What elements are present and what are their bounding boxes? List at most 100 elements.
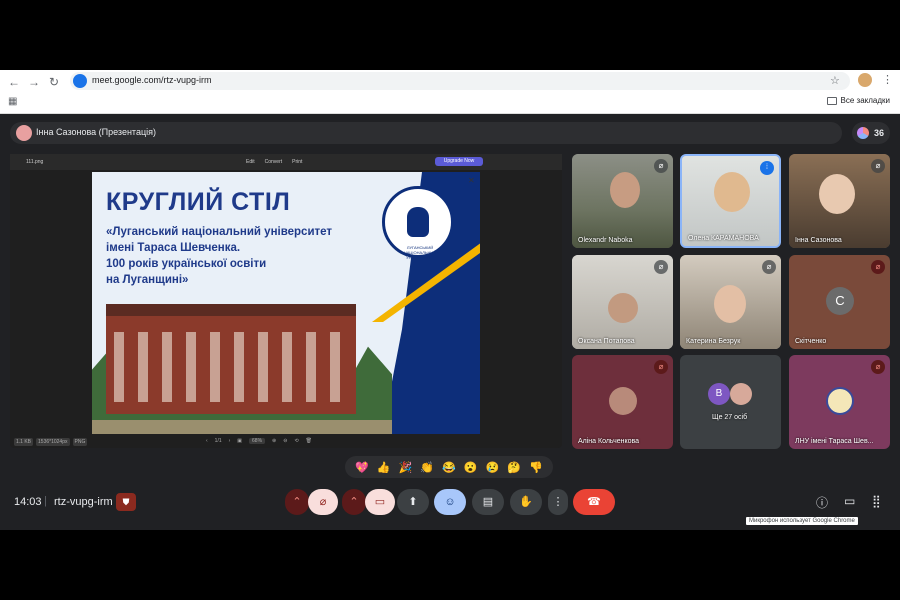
speaking-indicator-icon: ⁞ xyxy=(760,161,774,175)
camera-options-button[interactable]: ⌃ xyxy=(342,489,366,515)
upgrade-button[interactable]: Upgrade Now xyxy=(435,157,483,166)
participants-avatars-icon xyxy=(857,127,869,139)
leave-call-button[interactable]: ☎ xyxy=(573,489,615,515)
image-dimensions: 1536*1024px xyxy=(36,438,70,446)
captions-button[interactable]: ▤ xyxy=(472,489,504,515)
slide-title: КРУГЛИЙ СТІЛ xyxy=(106,188,291,216)
raise-hand-button[interactable]: ✋ xyxy=(510,489,542,515)
host-controls-icon[interactable]: ⛊ xyxy=(116,493,136,511)
reaction-party[interactable]: 🎉 xyxy=(399,461,413,474)
participant-tile[interactable]: ⁞ Олена КАРАМАНОВА xyxy=(680,154,781,248)
reload-icon[interactable]: ↻ xyxy=(46,74,62,90)
viewer-toolbar: 111.png Edit Convert Print Upgrade Now xyxy=(10,154,562,170)
all-bookmarks-button[interactable]: Все закладки xyxy=(826,96,890,105)
chat-icon[interactable]: ▭ xyxy=(844,494,855,508)
browser-toolbar: ← → ↻ meet.google.com/rtz-vupg-irm ☆ ⋮ ▦… xyxy=(0,70,900,114)
reaction-heart[interactable]: 💖 xyxy=(355,461,369,474)
zoom-level[interactable]: 68% xyxy=(249,438,266,444)
back-icon[interactable]: ← xyxy=(6,74,22,90)
bookmark-star-icon[interactable]: ☆ xyxy=(830,74,840,87)
mic-toggle-button[interactable]: ⌀ xyxy=(308,489,338,515)
print-button[interactable]: Print xyxy=(292,159,302,165)
zoom-in-icon[interactable]: ⊕ xyxy=(272,438,276,444)
convert-button[interactable]: Convert xyxy=(265,159,283,165)
participant-face xyxy=(714,172,750,212)
rotate-icon[interactable]: ⟲ xyxy=(294,438,298,444)
more-vert-icon: ⋮ xyxy=(552,496,564,508)
reaction-thinking[interactable]: 🤔 xyxy=(507,461,521,474)
mic-off-icon: ⌀ xyxy=(871,360,885,374)
viewer-tools: Edit Convert Print xyxy=(246,159,302,165)
university-building-photo xyxy=(106,304,356,414)
mic-off-icon: ⌀ xyxy=(871,260,885,274)
slide-subtitle-line: «Луганський національний університет xyxy=(106,226,333,238)
seal-text: ЛУГАНСЬКИЙ НАЦІОНАЛЬНИЙ УНІВЕРСИТЕТ xyxy=(403,245,437,260)
reaction-surprised[interactable]: 😮 xyxy=(464,461,478,474)
reaction-laugh[interactable]: 😂 xyxy=(442,461,456,474)
folder-icon xyxy=(826,96,837,105)
reactions-button[interactable]: ☺ xyxy=(434,489,466,515)
building-roof xyxy=(106,304,356,316)
forward-icon[interactable]: → xyxy=(26,74,42,90)
building-windows xyxy=(114,332,348,402)
page-indicator: 1/1 xyxy=(214,438,222,444)
next-page-icon[interactable]: › xyxy=(229,438,231,444)
participants-button[interactable]: 36 xyxy=(852,122,890,144)
close-icon[interactable]: ✕ xyxy=(468,176,475,185)
activities-grid-icon[interactable]: ⣿ xyxy=(872,494,881,508)
participant-photo-avatar xyxy=(609,387,637,415)
zoom-out-icon[interactable]: ⊖ xyxy=(283,438,287,444)
university-logo-avatar xyxy=(826,387,854,415)
mic-off-icon: ⌀ xyxy=(319,496,327,508)
mic-off-icon: ⌀ xyxy=(654,159,668,173)
meeting-code: rtz-vupg-irm xyxy=(54,496,113,508)
reaction-sad[interactable]: 😢 xyxy=(486,461,500,474)
reactions-bar: 💖 👍 🎉 👏 😂 😮 😢 🤔 👎 xyxy=(345,456,553,478)
slide-subtitle-line: імені Тараса Шевченка. xyxy=(106,242,241,254)
fit-icon[interactable]: ▣ xyxy=(237,438,242,444)
mic-off-icon: ⌀ xyxy=(762,260,776,274)
mic-options-button[interactable]: ⌃ xyxy=(285,489,309,515)
chevron-up-icon: ⌃ xyxy=(349,496,359,508)
owl-icon xyxy=(407,207,429,237)
present-screen-button[interactable]: ⬆ xyxy=(397,489,429,515)
info-icon[interactable]: ⓘ xyxy=(816,494,828,511)
camera-toggle-button[interactable]: ▭ xyxy=(365,489,395,515)
site-info-icon[interactable] xyxy=(73,74,87,88)
profile-avatar[interactable] xyxy=(858,73,872,87)
delete-icon[interactable]: 🗑 xyxy=(306,438,312,444)
participant-face xyxy=(819,174,855,214)
apps-grid-icon[interactable]: ▦ xyxy=(8,96,17,107)
more-options-button[interactable]: ⋮ xyxy=(548,489,568,515)
prev-page-icon[interactable]: ‹ xyxy=(206,438,208,444)
participant-tile[interactable]: ⌀ ЛНУ імені Тараса Шев... xyxy=(789,355,890,449)
participant-face xyxy=(714,285,746,323)
participant-tile[interactable]: ⌀ Оксана Потапова xyxy=(572,255,673,349)
participant-tile[interactable]: ⌀ Olexandr Naboka xyxy=(572,154,673,248)
presenter-avatar xyxy=(16,125,32,141)
participant-name: Оксана Потапова xyxy=(578,338,635,345)
participant-tile[interactable]: ⌀ Катерина Безрук xyxy=(680,255,781,349)
clock: 14:03 xyxy=(14,496,42,508)
more-participants-label: Ще 27 осіб xyxy=(712,414,748,421)
participant-photo-avatar xyxy=(730,383,752,405)
edit-button[interactable]: Edit xyxy=(246,159,255,165)
address-bar[interactable]: meet.google.com/rtz-vupg-irm xyxy=(70,72,850,90)
presenter-bar[interactable]: Інна Сазонова (Презентація) xyxy=(10,122,842,144)
participant-initial-avatar: B xyxy=(708,383,730,405)
participant-tile[interactable]: ⌀ Аліна Кольченкова xyxy=(572,355,673,449)
chevron-up-icon: ⌃ xyxy=(292,496,302,508)
reaction-clap[interactable]: 👏 xyxy=(420,461,434,474)
participant-tile[interactable]: ⌀ Інна Сазонова xyxy=(789,154,890,248)
captions-icon: ▤ xyxy=(482,496,494,508)
more-participants-tile[interactable]: B Ще 27 осіб xyxy=(680,355,781,449)
emoji-icon: ☺ xyxy=(444,496,456,508)
participant-name: Аліна Кольченкова xyxy=(578,438,640,445)
reaction-thumbs-down[interactable]: 👎 xyxy=(529,461,543,474)
present-icon: ⬆ xyxy=(408,496,418,508)
bookmarks-label: Все закладки xyxy=(840,96,890,105)
reaction-thumbs-up[interactable]: 👍 xyxy=(377,461,391,474)
browser-menu-icon[interactable]: ⋮ xyxy=(882,73,893,86)
mic-off-icon: ⌀ xyxy=(871,159,885,173)
participant-tile[interactable]: C ⌀ Скітченко xyxy=(789,255,890,349)
